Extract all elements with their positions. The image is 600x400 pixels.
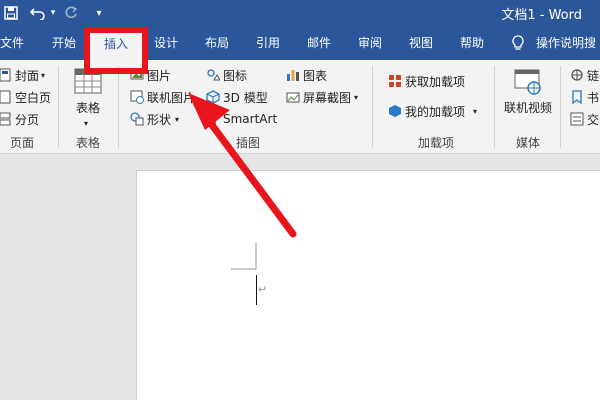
link-button[interactable]: 链 [570, 66, 599, 84]
group-label-illustrations: 插图 [235, 136, 260, 150]
cover-page-icon [0, 68, 12, 82]
text-cursor [256, 275, 257, 305]
ribbon-tabs: 文件 开始 插入 设计 布局 引用 邮件 审阅 视图 帮助 操作说明搜 [0, 26, 600, 60]
document-area: ↵ [0, 154, 600, 400]
bar-chart-icon [286, 68, 300, 82]
bookmark-button[interactable]: 书 [570, 88, 599, 106]
picture-icon [130, 68, 144, 82]
bookmark-icon [570, 90, 584, 105]
tab-design[interactable]: 设计 [148, 26, 184, 60]
smartart-icon [206, 112, 220, 126]
screenshot-button[interactable]: 屏幕截图 ▾ [286, 88, 358, 106]
document-title: 文档1 - Word [501, 8, 582, 23]
icons-button[interactable]: 图标 [206, 66, 247, 84]
cross-reference-icon [570, 112, 584, 126]
3d-models-button[interactable]: 3D 模型 [206, 88, 268, 106]
tab-layout[interactable]: 布局 [199, 26, 235, 60]
table-icon[interactable] [74, 68, 102, 97]
link-icon [570, 68, 584, 82]
tab-file[interactable]: 文件 [0, 26, 28, 60]
chevron-down-icon: ▾ [41, 70, 46, 80]
tell-me-search[interactable]: 操作说明搜 [536, 26, 600, 60]
group-label-pages: 页面 [9, 136, 34, 150]
undo-dropdown-icon[interactable]: ▾ [48, 0, 58, 26]
chevron-down-icon: ▾ [354, 92, 359, 102]
tab-insert[interactable]: 插入 [90, 29, 142, 60]
group-separator [372, 66, 373, 148]
title-bar: ▾ ▾ 文档1 - Word [0, 0, 600, 26]
page-break-button[interactable]: 分页 [0, 110, 39, 128]
blank-page-button[interactable]: 空白页 [0, 88, 51, 106]
cube-icon [206, 90, 220, 104]
icons-gallery-icon [206, 68, 221, 82]
document-page[interactable]: ↵ [136, 170, 600, 400]
chart-button[interactable]: 图表 [286, 66, 327, 84]
customize-quick-access-icon[interactable]: ▾ [92, 0, 106, 26]
store-icon [388, 74, 402, 88]
paragraph-mark-icon: ↵ [258, 283, 268, 296]
online-pictures-button[interactable]: 联机图片 [130, 88, 195, 106]
smartart-button[interactable]: SmartArt [206, 110, 277, 128]
tab-review[interactable]: 审阅 [352, 26, 388, 60]
group-separator [58, 66, 59, 148]
online-picture-icon [130, 90, 144, 104]
blank-page-icon [0, 90, 12, 104]
margin-corner-mark [231, 243, 257, 270]
get-addins-button[interactable]: 获取加载项 [388, 72, 465, 90]
online-video-icon[interactable] [514, 68, 542, 99]
chevron-down-icon: ▾ [84, 118, 89, 128]
save-icon[interactable] [2, 0, 20, 26]
screenshot-icon [286, 90, 300, 104]
my-addins-button[interactable]: 我的加载项 ▾ [388, 102, 477, 120]
redo-icon[interactable] [62, 0, 80, 26]
group-separator [118, 66, 119, 148]
chevron-down-icon: ▾ [175, 114, 180, 124]
tab-view[interactable]: 视图 [403, 26, 439, 60]
tab-home[interactable]: 开始 [46, 26, 82, 60]
tab-help[interactable]: 帮助 [454, 26, 490, 60]
undo-icon[interactable] [28, 0, 48, 26]
pictures-button[interactable]: 图片 [130, 66, 171, 84]
cross-reference-button[interactable]: 交 [570, 110, 599, 128]
tab-references[interactable]: 引用 [250, 26, 286, 60]
group-label-tables: 表格 [75, 136, 100, 150]
lightbulb-icon [512, 26, 524, 60]
cover-page-button[interactable]: 封面 ▾ [0, 66, 45, 84]
my-addins-icon [388, 104, 402, 118]
tab-mailings[interactable]: 邮件 [301, 26, 337, 60]
page-break-icon [0, 112, 12, 126]
online-video-button[interactable]: 联机视频 [504, 98, 552, 116]
group-label-addins: 加载项 [417, 136, 454, 150]
ribbon-panel: 封面 ▾ 空白页 分页 页面 表格 ▾ 表格 图片 联机图片 形状 ▾ 图标 3… [0, 60, 600, 154]
chevron-down-icon: ▾ [473, 106, 478, 116]
shapes-icon [130, 112, 144, 126]
group-label-media: 媒体 [515, 136, 540, 150]
group-separator [560, 66, 561, 148]
shapes-button[interactable]: 形状 ▾ [130, 110, 179, 128]
group-separator [494, 66, 495, 148]
